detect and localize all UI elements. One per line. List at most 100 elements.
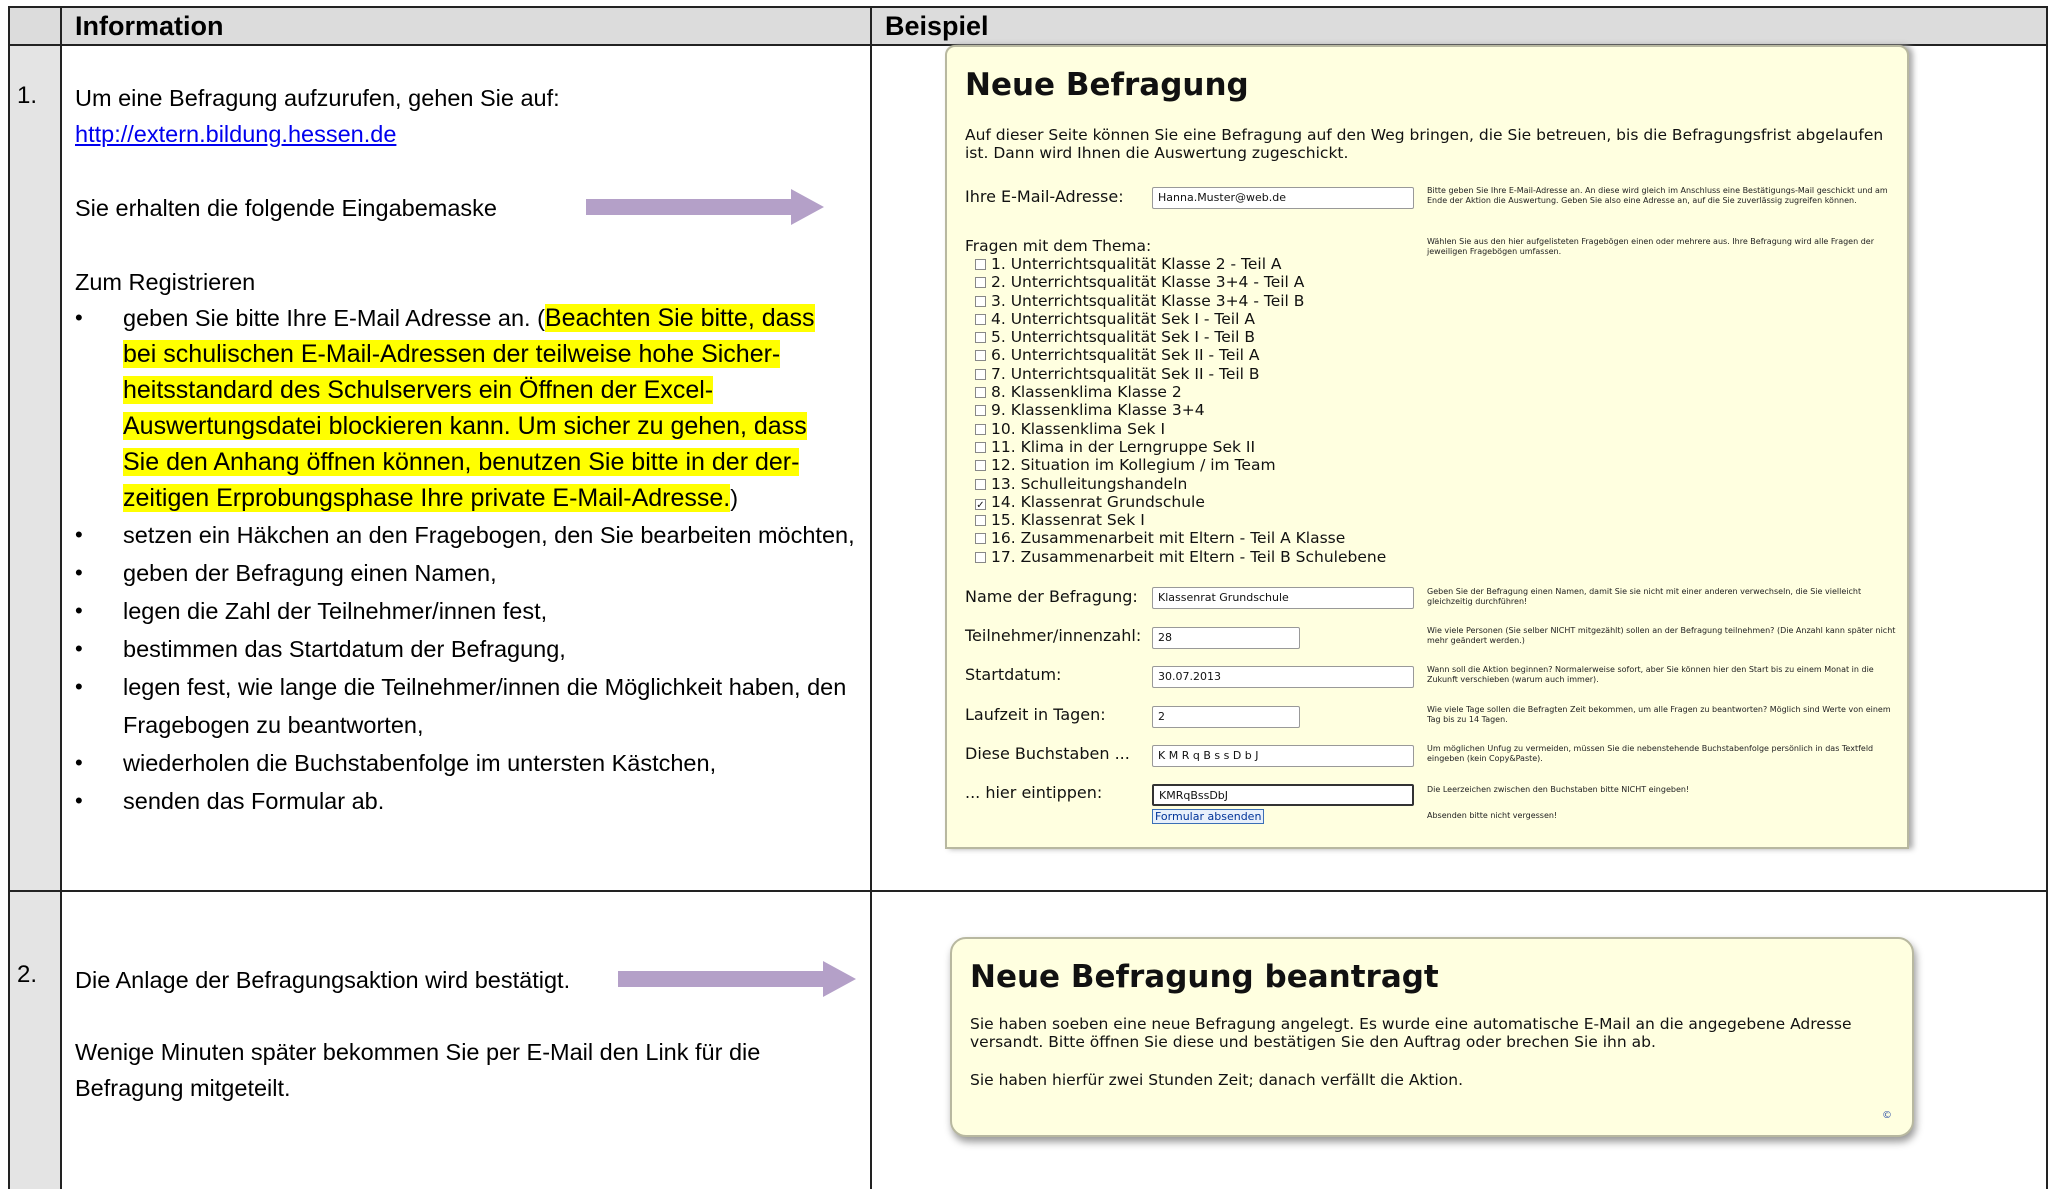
topic-label: 1. Unterrichtsqualität Klasse 2 - Teil A (991, 255, 1282, 273)
topic-item[interactable]: 7. Unterrichtsqualität Sek II - Teil B (965, 365, 1386, 383)
participant-count-field[interactable]: 28 (1152, 627, 1300, 649)
start-label: Startdatum: (965, 665, 1062, 684)
copyright-icon: © (1882, 1110, 1892, 1121)
start-date-field[interactable]: 30.07.2013 (1152, 666, 1414, 688)
topic-item[interactable]: 8. Klassenklima Klasse 2 (965, 383, 1386, 401)
checkbox-icon[interactable] (975, 423, 986, 435)
later-text: Wenige Minuten später bekommen Sie per E… (75, 1039, 761, 1101)
topic-item[interactable]: 4. Unterrichtsqualität Sek I - Teil A (965, 310, 1386, 328)
topic-label: 8. Klassenklima Klasse 2 (991, 383, 1182, 402)
form-title: Neue Befragung (965, 67, 1249, 103)
topic-label: 16. Zusammenarbeit mit Eltern - Teil A K… (991, 529, 1346, 548)
checkbox-icon[interactable] (975, 460, 986, 472)
form-screenshot: Neue Befragung Auf dieser Seite können S… (945, 45, 1909, 849)
checkbox-icon[interactable] (975, 295, 986, 307)
days-label: Laufzeit in Tagen: (965, 705, 1106, 724)
row-divider (8, 890, 2048, 892)
confirm-title: Neue Befragung beantragt (970, 959, 1439, 995)
topic-label: 15. Klassenrat Sek I (991, 511, 1145, 530)
topic-label: 14. Klassenrat Grundschule (991, 492, 1205, 511)
header-information: Information (75, 11, 224, 41)
topic-label: 4. Unterrichtsqualität Sek I - Teil A (991, 309, 1255, 328)
checkbox-icon[interactable] (975, 350, 986, 362)
topic-item[interactable]: 13. Schulleitungshandeln (965, 475, 1386, 493)
captcha-input[interactable]: KMRqBssDbJ (1152, 784, 1414, 806)
topic-list: 1. Unterrichtsqualität Klasse 2 - Teil A… (965, 255, 1386, 566)
number-column (8, 44, 60, 1189)
topic-label: 3. Unterrichtsqualität Klasse 3+4 - Teil… (991, 291, 1305, 310)
checkbox-icon[interactable] (975, 259, 986, 270)
duration-days-field[interactable]: 2 (1152, 706, 1300, 728)
list-item: wiederholen die Buchstabenfolge im unter… (75, 744, 865, 782)
topic-label: 12. Situation im Kollegium / im Team (991, 456, 1276, 475)
list-item: geben der Befragung einen Namen, (75, 554, 865, 592)
intro-text: Um eine Befragung aufzurufen, gehen Sie … (75, 85, 560, 111)
list-item: legen die Zahl der Teilnehmer/innen fest… (75, 592, 865, 630)
topic-item[interactable]: 16. Zusammenarbeit mit Eltern - Teil A K… (965, 529, 1386, 547)
checkbox-icon[interactable] (975, 515, 986, 527)
checkbox-icon[interactable] (975, 387, 986, 399)
checkbox-icon[interactable] (975, 368, 986, 380)
topic-item[interactable]: 5. Unterrichtsqualität Sek I - Teil B (965, 328, 1386, 346)
topics-label: Fragen mit dem Thema: (965, 237, 1152, 255)
checkbox-icon[interactable] (975, 313, 986, 325)
days-help: Wie viele Tage sollen die Befragten Zeit… (1427, 705, 1891, 724)
checkbox-icon[interactable] (975, 533, 986, 545)
list-item: senden das Formular ab. (75, 782, 865, 820)
topic-item[interactable]: 11. Klima in der Lerngruppe Sek II (965, 438, 1386, 456)
confirmation-screenshot: Neue Befragung beantragt Sie haben soebe… (950, 937, 1914, 1137)
topic-label: 9. Klassenklima Klasse 3+4 (991, 401, 1205, 420)
captcha-help: Um möglichen Unfug zu vermeiden, müssen … (1427, 744, 1874, 763)
topic-item[interactable]: 12. Situation im Kollegium / im Team (965, 456, 1386, 474)
name-help: Geben Sie der Befragung einen Namen, dam… (1427, 587, 1862, 606)
checkbox-icon[interactable] (975, 441, 986, 453)
survey-name-field[interactable]: Klassenrat Grundschule (1152, 587, 1414, 609)
table-header (8, 6, 2048, 44)
email-help: Bitte geben Sie Ihre E-Mail-Adresse an. … (1427, 186, 1888, 205)
topic-label: 7. Unterrichtsqualität Sek II - Teil B (991, 364, 1260, 383)
table-border-top (8, 6, 2048, 8)
checkbox-icon[interactable] (975, 551, 986, 563)
start-help: Wann soll die Aktion beginnen? Normalerw… (1427, 665, 1874, 684)
portal-link[interactable]: http://extern.bildung.hessen.de (75, 121, 396, 147)
topic-item[interactable]: 2. Unterrichtsqualität Klasse 3+4 - Teil… (965, 273, 1386, 291)
topic-label: 17. Zusammenarbeit mit Eltern - Teil B S… (991, 547, 1387, 566)
captcha-display: K M R q B s s D b J (1152, 745, 1414, 767)
confirm-deadline: Sie haben hierfür zwei Stunden Zeit; dan… (970, 1071, 1464, 1089)
topic-label: 11. Klima in der Lerngruppe Sek II (991, 437, 1256, 456)
topic-item[interactable]: 9. Klassenklima Klasse 3+4 (965, 401, 1386, 419)
checkbox-icon[interactable] (975, 478, 986, 490)
checkbox-icon[interactable] (975, 405, 986, 417)
topic-item[interactable]: ✓ 14. Klassenrat Grundschule (965, 493, 1386, 511)
checkbox-icon[interactable] (975, 277, 986, 289)
submit-help: Absenden bitte nicht vergessen! (1427, 811, 1558, 820)
column-divider (870, 6, 872, 1189)
topic-item[interactable]: 15. Klassenrat Sek I (965, 511, 1386, 529)
checkbox-checked-icon[interactable]: ✓ (975, 498, 986, 511)
topic-item[interactable]: 17. Zusammenarbeit mit Eltern - Teil B S… (965, 548, 1386, 566)
topic-item[interactable]: 3. Unterrichtsqualität Klasse 3+4 - Teil… (965, 292, 1386, 310)
topic-label: 5. Unterrichtsqualität Sek I - Teil B (991, 328, 1255, 347)
list-item: setzen ein Häkchen an den Fragebogen, de… (75, 516, 865, 554)
list-item: bestimmen das Startdatum der Befragung, (75, 630, 865, 668)
count-help: Wie viele Personen (Sie selber NICHT mit… (1427, 626, 1896, 645)
row-number-1: 1. (17, 82, 38, 109)
table-border-left (8, 6, 10, 1189)
row-number-2: 2. (17, 961, 38, 988)
email-field[interactable]: Hanna.Muster@web.de (1152, 187, 1414, 209)
confirm-body: Sie haben soeben eine neue Befragung ang… (970, 1015, 1852, 1051)
topic-item[interactable]: 10. Klassenklima Sek I (965, 420, 1386, 438)
table-border-right (2046, 6, 2048, 1189)
name-label: Name der Befragung: (965, 587, 1138, 606)
count-label: Teilnehmer/innenzahl: (965, 626, 1142, 645)
topic-item[interactable]: 6. Unterrichtsqualität Sek II - Teil A (965, 346, 1386, 364)
topics-help: Wählen Sie aus den hier aufgelisteten Fr… (1427, 237, 1874, 256)
form-intro: Auf dieser Seite können Sie eine Befragu… (965, 126, 1884, 162)
captcha-label: Diese Buchstaben ... (965, 744, 1130, 763)
topic-label: 10. Klassenklima Sek I (991, 419, 1166, 438)
enter-help: Die Leerzeichen zwischen den Buchstaben … (1427, 785, 1690, 794)
submit-button[interactable]: Formular absenden (1152, 809, 1265, 824)
checkbox-icon[interactable] (975, 332, 986, 344)
highlight-note: Beachten Sie bitte, dass (544, 304, 815, 332)
topic-item[interactable]: 1. Unterrichtsqualität Klasse 2 - Teil A (965, 255, 1386, 273)
